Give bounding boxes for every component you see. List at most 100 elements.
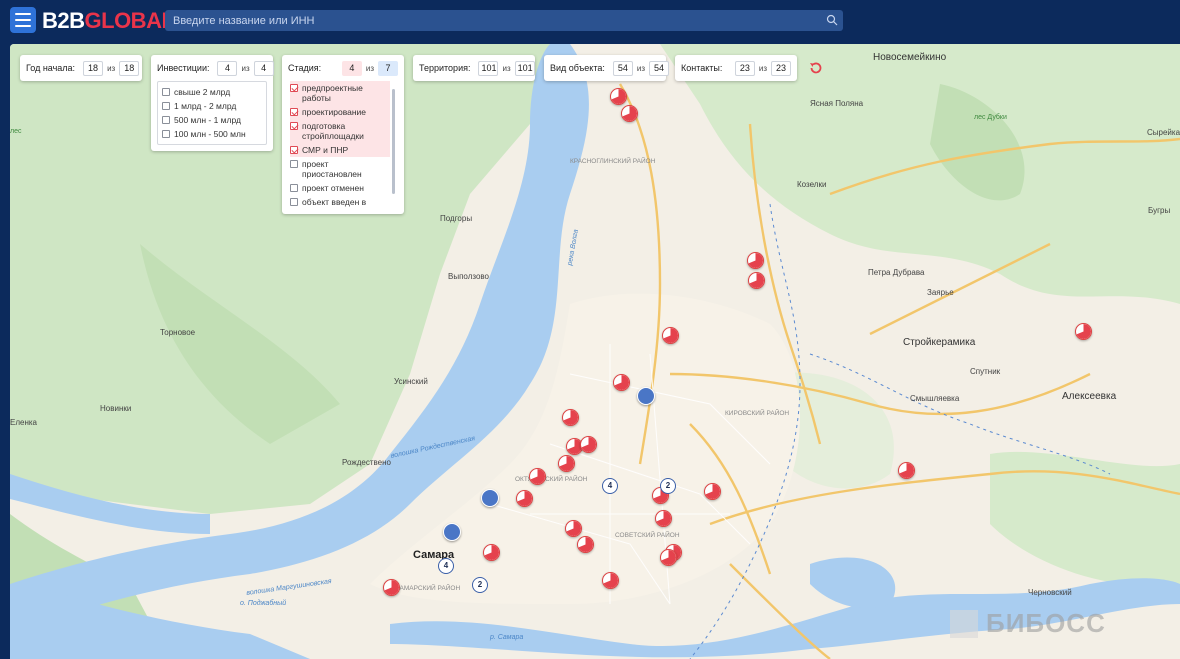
project-marker[interactable] [558,455,575,472]
search-icon[interactable] [826,14,838,26]
project-marker[interactable] [580,436,597,453]
option-label: проектирование [302,107,367,117]
photo-marker[interactable] [443,523,461,541]
filter-selected-count: 18 [83,60,104,76]
district-label: КИРОВСКИЙ РАЙОН [725,410,790,417]
stage-option[interactable]: проект отменен [290,181,390,195]
project-marker[interactable] [613,374,630,391]
photo-marker[interactable] [481,489,499,507]
reset-icon[interactable] [808,60,824,76]
filter-stage[interactable]: Стадия: 4 из 7 предпроектные работы прое… [282,55,404,214]
project-marker[interactable] [602,572,619,589]
project-marker[interactable] [662,327,679,344]
option-label: 100 млн - 500 млн [174,129,246,139]
checkbox[interactable] [162,102,170,110]
checkbox[interactable] [162,130,170,138]
filter-object-type[interactable]: Вид объекта: 54 из 54 [544,55,669,81]
option-label: СМР и ПНР [302,145,349,155]
filter-investments[interactable]: Инвестиции: 4 из 4 свыше 2 млрд 1 млрд -… [151,55,274,151]
investment-option[interactable]: 100 млн - 500 млн [162,127,262,141]
project-marker[interactable] [383,579,400,596]
checkbox[interactable] [162,88,170,96]
cluster-marker[interactable]: 2 [472,577,488,593]
search-input[interactable] [165,10,843,31]
stage-option[interactable]: СМР и ПНР [290,143,390,157]
stage-option[interactable]: предпроектные работы [290,81,390,105]
investment-option[interactable]: свыше 2 млрд [162,85,262,99]
filter-label: Год начала: [26,63,76,73]
project-marker[interactable] [747,252,764,269]
hamburger-line [15,13,31,15]
filter-territory[interactable]: Территория: 101 из 101 [413,55,535,81]
checkbox[interactable] [290,184,298,192]
project-marker[interactable] [898,462,915,479]
map-label: Еленка [10,418,37,427]
project-marker[interactable] [577,536,594,553]
checkbox[interactable] [290,122,298,130]
stage-option[interactable]: проектирование [290,105,390,119]
project-marker[interactable] [529,468,546,485]
project-marker[interactable] [621,105,638,122]
checkbox[interactable] [290,198,298,206]
project-marker[interactable] [704,483,721,500]
map[interactable]: Новосемейкино Ясная Поляна лес Дубки Сыр… [10,44,1180,659]
photo-marker[interactable] [637,387,655,405]
checkbox[interactable] [290,84,298,92]
project-marker[interactable] [483,544,500,561]
checkbox[interactable] [290,160,298,168]
filter-total-count: 18 [119,60,140,76]
project-marker[interactable] [565,520,582,537]
cluster-marker[interactable]: 4 [602,478,618,494]
map-label: Смышляевка [910,394,960,403]
filter-total-count: 7 [378,60,398,76]
option-label: 500 млн - 1 млрд [174,115,241,125]
checkbox[interactable] [162,116,170,124]
menu-button[interactable] [10,7,36,33]
stage-option[interactable]: подготовка стройплощадки [290,119,390,143]
stage-option[interactable]: проект приостановлен [290,157,390,181]
filter-total-count: 101 [514,60,535,76]
option-label: проект приостановлен [302,159,362,179]
district-label: САМАРСКИЙ РАЙОН [395,585,461,592]
investment-option[interactable]: 1 млрд - 2 млрд [162,99,262,113]
filter-label: Стадия: [288,63,322,73]
map-label: Новинки [100,404,132,413]
investment-option[interactable]: 500 млн - 1 млрд [162,113,262,127]
map-label: Козелки [797,180,827,189]
option-label: 1 млрд - 2 млрд [174,101,237,111]
project-marker[interactable] [516,490,533,507]
project-marker[interactable] [562,409,579,426]
filter-total-count: 23 [771,60,791,76]
filter-year[interactable]: Год начала: 18 из 18 [20,55,142,81]
filter-selected-count: 4 [217,60,238,76]
map-label: Новосемейкино [873,52,947,63]
stage-option[interactable]: объект введен в [290,195,390,209]
logo[interactable]: B2BGLOBAL [42,8,175,34]
option-label: объект введен в [302,197,367,207]
map-label: Выползово [448,272,489,281]
project-marker[interactable] [610,88,627,105]
project-marker[interactable] [655,510,672,527]
checkbox[interactable] [290,146,298,154]
map-label: Подгоры [440,214,473,223]
map-label: Заярье [927,288,954,297]
option-label: проект отменен [302,183,364,193]
project-marker[interactable] [748,272,765,289]
map-label: лес Дубки [974,114,1007,121]
filter-label: Контакты: [681,63,723,73]
map-label: Бугры [1148,206,1171,215]
district-label: СОВЕТСКИЙ РАЙОН [615,532,680,539]
filter-contacts[interactable]: Контакты: 23 из 23 [675,55,797,81]
map-label: Сырейка [1147,128,1180,137]
stage-options: предпроектные работы проектирование подг… [282,81,404,209]
filter-total-count: 54 [648,60,669,76]
cluster-marker[interactable]: 4 [438,558,454,574]
map-label: Петра Дубрава [868,268,925,277]
cluster-marker[interactable]: 2 [660,478,676,494]
project-marker[interactable] [660,549,677,566]
checkbox[interactable] [290,108,298,116]
project-marker[interactable] [1075,323,1092,340]
stage-scrollbar[interactable] [392,89,395,194]
map-label: Усинский [394,377,428,386]
filter-of: из [107,63,116,73]
